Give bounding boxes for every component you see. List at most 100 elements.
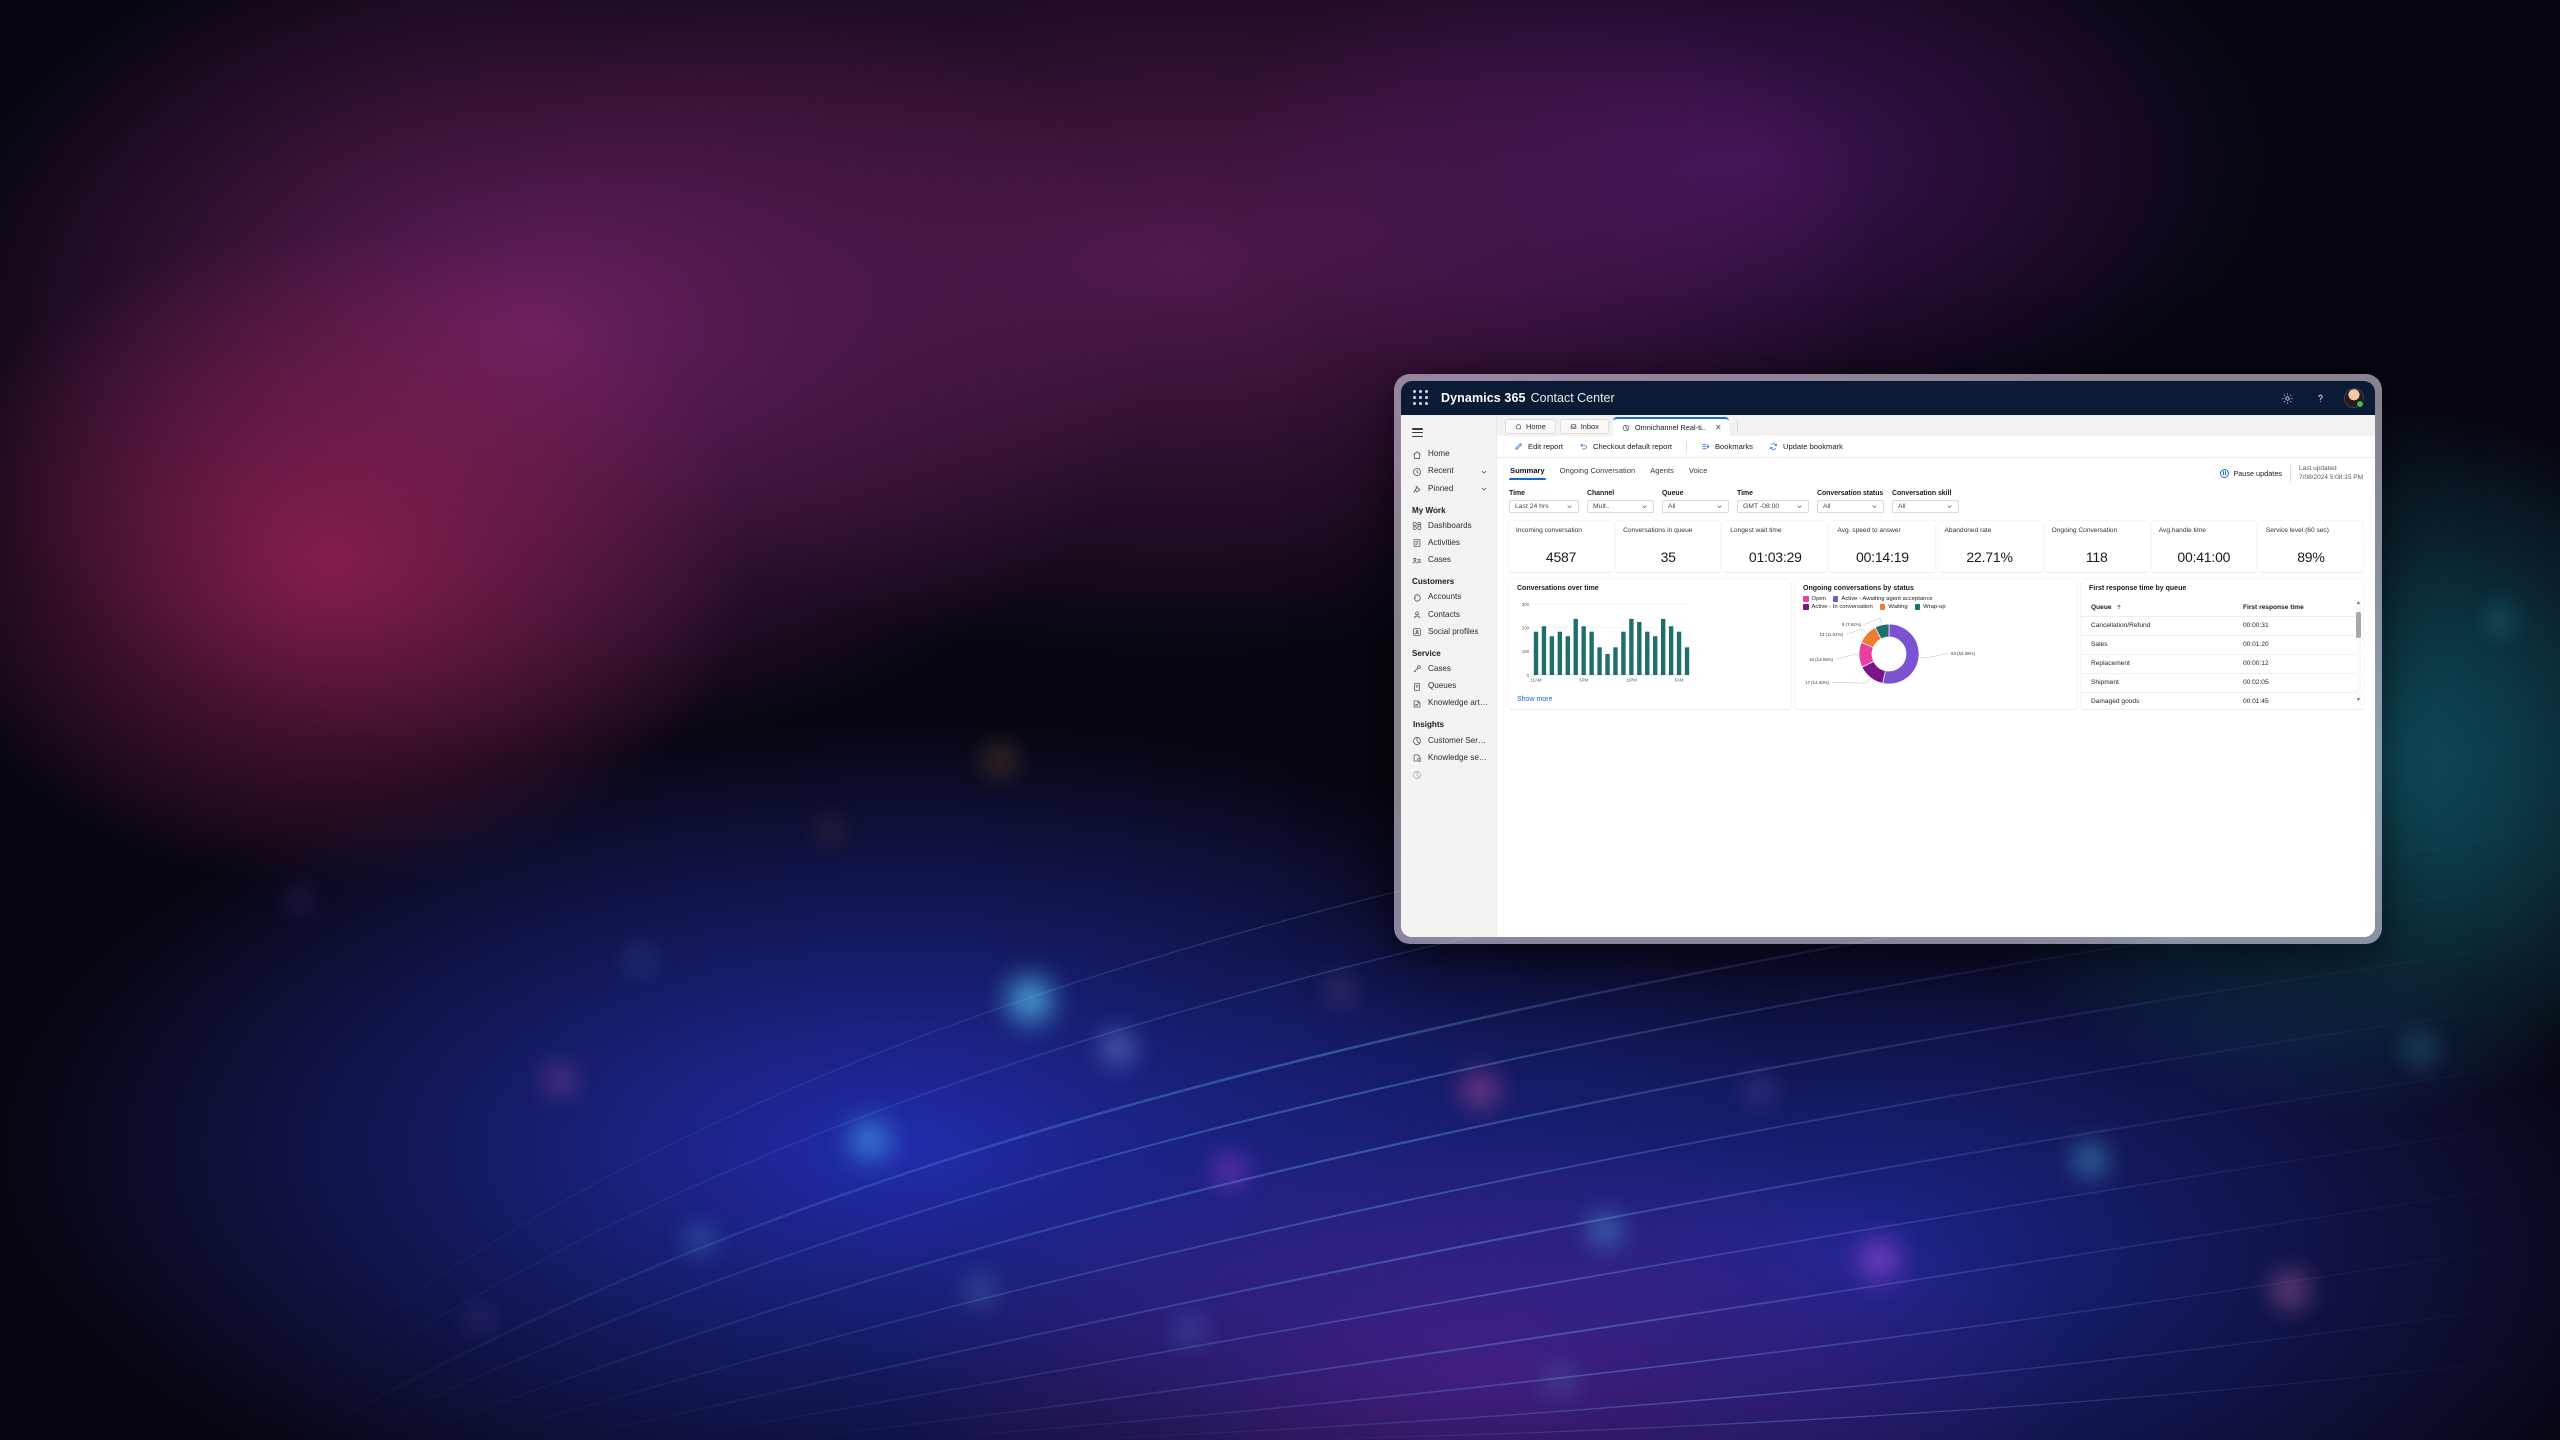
filter-conversation-status-select[interactable]: All — [1817, 499, 1884, 513]
kpi-value: 01:03:29 — [1748, 548, 1802, 565]
sidebar-item-home[interactable]: Home — [1401, 446, 1496, 463]
user-avatar[interactable] — [2345, 389, 2364, 408]
legend-swatch — [1832, 596, 1839, 602]
sidebar-item-label: Cases — [1428, 556, 1451, 565]
report-tab-agents[interactable]: Agents — [1649, 463, 1675, 480]
sidebar-item-activities[interactable]: Activities — [1401, 535, 1496, 552]
app-window: Dynamics 365 Contact Center Home Recent … — [1394, 374, 2382, 944]
sidebar-item-cases-mywork[interactable]: Cases — [1401, 552, 1496, 569]
kpi-conversations-in-queue[interactable]: Conversations in queue 35 — [1616, 520, 1721, 572]
sidebar-item-knowledge-articles[interactable]: Knowledge articles — [1401, 695, 1496, 712]
sidebar-item-cases-service[interactable]: Cases — [1401, 661, 1496, 678]
sidebar-item-social-profiles[interactable]: Social profiles — [1401, 624, 1496, 641]
filter-label: Queue — [1662, 489, 1684, 497]
tab-strip: Home Inbox Omnichannel Real-ti.. ✕ — [1497, 415, 2375, 436]
kpi-ongoing-conversation[interactable]: Ongoing Conversation 118 — [2044, 520, 2149, 572]
donut-chart[interactable]: 63 (53.38%) 17 (14.40%) 16 (13.55%) 13 (11.… — [1799, 612, 1979, 696]
edit-report-button[interactable]: Edit report — [1507, 440, 1570, 453]
bookmark-icon — [1701, 442, 1710, 451]
table-row[interactable]: Shipment 00:02:05 — [2081, 674, 2363, 693]
table-header-first-response-time[interactable]: First response time — [2243, 604, 2353, 611]
table-row[interactable]: Sales 00:01:20 — [2081, 636, 2363, 655]
chevron-down-icon[interactable] — [1480, 468, 1488, 476]
tab-home[interactable]: Home — [1505, 418, 1556, 434]
kpi-value: 22.71% — [1966, 548, 2013, 565]
sidebar-item-recent[interactable]: Recent — [1401, 463, 1496, 480]
case-icon — [1412, 664, 1422, 674]
chevron-down-icon — [1716, 503, 1723, 510]
donut-chart-container[interactable]: 63 (53.38%) 17 (14.40%) 16 (13.55%) 13 (11.… — [1795, 610, 2077, 696]
filter-conversation-skill-select[interactable]: All — [1892, 499, 1959, 513]
table-row[interactable]: Replacement 00:00:12 — [2081, 655, 2363, 674]
bar-chart[interactable]: 0 100 200 300 11AM 5PM 11PM 5AM — [1515, 598, 1695, 688]
filter-timezone: Time GMT -08:00 — [1737, 490, 1809, 513]
chart-pie-icon — [1412, 736, 1422, 746]
tab-label: Inbox — [1580, 421, 1599, 431]
checkout-default-report-button[interactable]: Checkout default report — [1572, 440, 1679, 453]
chevron-down-icon — [1796, 503, 1803, 510]
sidebar-item-dashboards[interactable]: Dashboards — [1401, 518, 1496, 535]
legend-item-awaiting-acceptance[interactable]: Active - Awaiting agent acceptance — [1832, 596, 1933, 602]
sidebar-item-label: Pinned — [1428, 484, 1454, 493]
scrollbar-thumb[interactable] — [2356, 611, 2361, 638]
help-icon[interactable] — [2312, 390, 2328, 406]
filter-value: All — [1668, 502, 1676, 510]
sidebar-item-partial[interactable] — [1401, 767, 1496, 784]
sidebar-item-label: Dashboards — [1428, 521, 1472, 530]
filter-channel-select[interactable]: Mult.. — [1587, 499, 1654, 513]
gear-icon[interactable] — [2279, 390, 2295, 406]
filter-time-select[interactable]: Last 24 hrs — [1509, 499, 1579, 513]
bookmarks-button[interactable]: Bookmarks — [1694, 440, 1760, 453]
table-row[interactable]: Damaged goods 00:01:45 — [2081, 693, 2363, 709]
table-row[interactable]: Cancellation/Refund 00:00:31 — [2081, 617, 2363, 636]
legend-item-open[interactable]: Open — [1803, 596, 1826, 602]
report-tab-voice[interactable]: Voice — [1688, 463, 1709, 480]
svg-text:16 (13.55%): 16 (13.55%) — [1809, 657, 1833, 662]
sidebar-item-customer-service-history[interactable]: Customer Service his... — [1401, 732, 1496, 749]
tab-omnichannel-realtime[interactable]: Omnichannel Real-ti.. ✕ — [1612, 417, 1729, 436]
kpi-longest-wait-time[interactable]: Longest wait time 01:03:29 — [1723, 520, 1828, 572]
cell-first-response-time: 00:00:31 — [2242, 622, 2269, 630]
kpi-incoming-conversation[interactable]: Incoming conversation 4587 — [1509, 520, 1614, 572]
tab-inbox[interactable]: Inbox — [1559, 418, 1609, 434]
report-tabs: Summary Ongoing Conversation Agents Voic… — [1509, 463, 1708, 480]
kpi-avg-speed-to-answer[interactable]: Avg. speed to answer 00:14:19 — [1830, 520, 1935, 572]
legend-item-wrap-up[interactable]: Wrap-up — [1914, 604, 1946, 610]
queue-icon — [1412, 682, 1422, 692]
sidebar-item-accounts[interactable]: Accounts — [1401, 589, 1496, 606]
filter-timezone-select[interactable]: GMT -08:00 — [1737, 499, 1809, 513]
scroll-up-icon[interactable]: ▲ — [2356, 599, 2361, 608]
legend-item-in-conversation[interactable]: Active - In conversation — [1803, 604, 1873, 610]
cell-queue: Shipment — [2091, 679, 2119, 687]
legend-item-waiting[interactable]: Waiting — [1879, 604, 1908, 610]
legend-label: Open — [1811, 595, 1826, 602]
kpi-service-level[interactable]: Service level (60 sec) 89% — [2258, 520, 2363, 572]
knowledge-article-icon — [1412, 699, 1422, 709]
bar-chart-container[interactable]: 0 100 200 300 11AM 5PM 11PM 5AM — [1509, 594, 1791, 688]
scroll-down-icon[interactable]: ▼ — [2356, 696, 2361, 705]
close-icon[interactable]: ✕ — [1715, 423, 1722, 432]
sidebar-item-label: Knowledge search an.. — [1428, 753, 1488, 762]
report-tab-ongoing-conversation[interactable]: Ongoing Conversation — [1559, 463, 1637, 480]
table-scrollbar[interactable]: ▲ ▼ — [2356, 598, 2361, 705]
filter-conversation-skill: Conversation skill All — [1892, 490, 1959, 513]
activity-icon — [1412, 538, 1422, 548]
command-bar: Edit report Checkout default report Book… — [1497, 436, 2375, 458]
filter-value: All — [1823, 502, 1831, 510]
chevron-down-icon[interactable] — [1480, 485, 1488, 493]
kpi-abandoned-rate[interactable]: Abandoned rate 22.71% — [1937, 520, 2042, 572]
update-bookmark-button[interactable]: Update bookmark — [1762, 440, 1850, 453]
sidebar-item-contacts[interactable]: Contacts — [1401, 606, 1496, 623]
report-tab-summary[interactable]: Summary — [1509, 463, 1546, 480]
filter-queue-select[interactable]: All — [1662, 499, 1729, 513]
pause-updates-button[interactable]: Pause updates — [2220, 468, 2282, 478]
sidebar-item-queues[interactable]: Queues — [1401, 678, 1496, 695]
show-more-link[interactable]: Show more — [1509, 692, 1560, 709]
hamburger-icon[interactable] — [1401, 421, 1496, 446]
brand-name: Dynamics 365 — [1441, 391, 1526, 405]
kpi-avg-handle-time[interactable]: Avg.handle time 00:41:00 — [2151, 520, 2256, 572]
sidebar-item-knowledge-search-analytics[interactable]: Knowledge search an.. — [1401, 750, 1496, 767]
app-launcher-icon[interactable] — [1413, 390, 1429, 406]
table-header-queue[interactable]: Queue — [2091, 604, 2243, 611]
sidebar-item-pinned[interactable]: Pinned — [1401, 481, 1496, 498]
